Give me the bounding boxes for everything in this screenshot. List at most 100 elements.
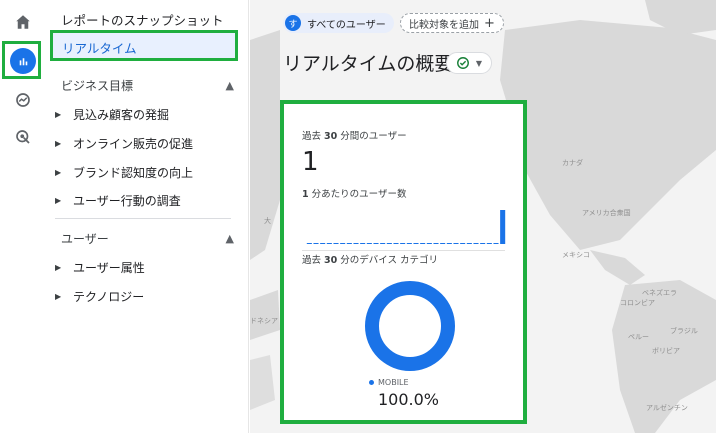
minute-bar bbox=[313, 243, 319, 244]
map-label-usa: アメリカ合衆国 bbox=[582, 209, 631, 217]
tree-item-technology[interactable]: ▶ テクノロジー bbox=[55, 288, 144, 305]
home-icon[interactable] bbox=[8, 7, 38, 37]
minute-bar bbox=[373, 243, 379, 244]
tree-item-label: テクノロジー bbox=[73, 290, 145, 304]
tree-item-demographics[interactable]: ▶ ユーザー属性 bbox=[55, 259, 145, 276]
reports-active-circle bbox=[10, 48, 36, 74]
minute-bar bbox=[446, 243, 452, 244]
minute-bar bbox=[366, 243, 372, 244]
minute-bar bbox=[306, 243, 312, 244]
section-user[interactable]: ユーザー ▲ bbox=[61, 230, 234, 247]
minute-bar bbox=[433, 243, 439, 244]
sidebar-divider bbox=[55, 218, 231, 219]
expand-arrow-icon: ▶ bbox=[55, 139, 62, 148]
minute-bar bbox=[480, 243, 486, 244]
label-num: 1 bbox=[302, 189, 309, 200]
label-suffix: 分のデバイス カテゴリ bbox=[337, 255, 439, 266]
minute-bar bbox=[466, 243, 472, 244]
minute-bar bbox=[333, 243, 339, 244]
section-business-goals[interactable]: ビジネス目標 ▲ bbox=[61, 77, 234, 94]
minute-bar bbox=[500, 210, 506, 244]
expand-arrow-icon: ▶ bbox=[55, 263, 62, 272]
expand-arrow-icon: ▶ bbox=[55, 168, 62, 177]
tree-item-brand-awareness[interactable]: ▶ ブランド認知度の向上 bbox=[55, 164, 193, 181]
label-num: 30 bbox=[324, 255, 338, 266]
label-suffix: 分間のユーザー bbox=[337, 131, 407, 142]
legend-value: 100.0% bbox=[378, 390, 440, 409]
section-user-label: ユーザー bbox=[61, 232, 109, 246]
minute-bar bbox=[360, 243, 366, 244]
map-label-australia: 大 bbox=[264, 217, 271, 225]
add-comparison-label: 比較対象を追加 bbox=[409, 19, 479, 31]
tree-item-online-sales[interactable]: ▶ オンライン販売の促進 bbox=[55, 135, 193, 152]
expand-arrow-icon: ▶ bbox=[55, 110, 62, 119]
minute-bar bbox=[460, 243, 466, 244]
users-30min-value: 1 bbox=[302, 147, 319, 177]
minute-bar bbox=[486, 243, 492, 244]
minute-bar bbox=[426, 243, 432, 244]
card-divider bbox=[302, 250, 505, 251]
minute-bar bbox=[320, 243, 326, 244]
users-per-minute-chart bbox=[306, 210, 506, 244]
minute-bar bbox=[453, 243, 459, 244]
tree-item-label: 見込み顧客の発掘 bbox=[73, 108, 170, 122]
minute-bar bbox=[386, 243, 392, 244]
tree-item-label: ユーザー属性 bbox=[73, 261, 145, 275]
tree-item-lead-generation[interactable]: ▶ 見込み顧客の発掘 bbox=[55, 106, 169, 123]
nav-reports-snapshot[interactable]: レポートのスナップショット bbox=[61, 10, 224, 29]
map-label-bolivia: ボリビア bbox=[652, 347, 680, 355]
minute-bar bbox=[493, 243, 499, 244]
reports-icon[interactable] bbox=[8, 46, 38, 76]
label-num: 30 bbox=[324, 131, 338, 142]
minute-bar bbox=[353, 243, 359, 244]
map-label-peru: ペルー bbox=[628, 333, 649, 341]
map-label-mexico: メキシコ bbox=[562, 251, 590, 259]
segment-badge: す bbox=[285, 15, 301, 31]
check-circle-icon bbox=[456, 57, 469, 69]
all-users-chip[interactable]: す すべてのユーザー bbox=[283, 13, 394, 33]
realtime-card: 過去 30 分間のユーザー 1 1 分あたりのユーザー数 過去 30 分のデバイ… bbox=[280, 100, 527, 424]
device-category-label: 過去 30 分のデバイス カテゴリ bbox=[302, 252, 438, 266]
sidebar: レポートのスナップショット リアルタイム ビジネス目標 ▲ ▶ 見込み顧客の発掘… bbox=[45, 0, 249, 433]
minute-bar bbox=[406, 243, 412, 244]
tree-item-label: ユーザー行動の調査 bbox=[73, 194, 181, 208]
label-suffix: 分あたりのユーザー数 bbox=[308, 189, 407, 200]
map-label-indonesia: ドネシア bbox=[250, 317, 278, 325]
page-title: リアルタイムの概要 bbox=[283, 53, 454, 75]
nav-realtime[interactable]: リアルタイム bbox=[50, 30, 238, 61]
map-label-argentina: アルゼンチン bbox=[646, 404, 688, 412]
minute-bar bbox=[440, 243, 446, 244]
minute-bar bbox=[380, 243, 386, 244]
minute-bar bbox=[393, 243, 399, 244]
map-label-brazil: ブラジル bbox=[670, 327, 698, 335]
advertising-icon[interactable] bbox=[8, 122, 38, 152]
map-label-colombia: コロンビア bbox=[620, 299, 655, 307]
tree-item-label: オンライン販売の促進 bbox=[73, 137, 194, 151]
map-label-venezuela: ベネズエラ bbox=[642, 289, 677, 297]
all-users-label: すべてのユーザー bbox=[307, 19, 386, 31]
legend-mobile: MOBILE bbox=[369, 378, 409, 387]
label-prefix: 過去 bbox=[302, 131, 325, 142]
donut-slice-mobile bbox=[365, 281, 455, 371]
tree-item-user-behavior[interactable]: ▶ ユーザー行動の調査 bbox=[55, 192, 181, 209]
minute-bar bbox=[413, 243, 419, 244]
users-per-minute-label: 1 分あたりのユーザー数 bbox=[302, 186, 406, 200]
minute-bar bbox=[346, 243, 352, 244]
map-label-canada: カナダ bbox=[562, 159, 583, 167]
legend-label: MOBILE bbox=[378, 378, 409, 387]
caret-down-icon: ▼ bbox=[475, 58, 483, 68]
users-30min-label: 過去 30 分間のユーザー bbox=[302, 128, 407, 142]
chevron-up-icon: ▲ bbox=[225, 232, 234, 245]
nav-realtime-label: リアルタイム bbox=[62, 41, 137, 56]
explore-icon[interactable] bbox=[8, 85, 38, 115]
add-comparison-button[interactable]: 比較対象を追加 + bbox=[400, 13, 504, 33]
status-dropdown[interactable]: ▼ bbox=[446, 52, 492, 74]
minute-bar bbox=[326, 243, 332, 244]
plus-icon: + bbox=[484, 15, 495, 31]
minute-bar bbox=[420, 243, 426, 244]
minute-bar bbox=[340, 243, 346, 244]
minute-bar bbox=[473, 243, 479, 244]
icon-rail bbox=[0, 0, 45, 433]
expand-arrow-icon: ▶ bbox=[55, 292, 62, 301]
legend-dot bbox=[369, 380, 374, 385]
